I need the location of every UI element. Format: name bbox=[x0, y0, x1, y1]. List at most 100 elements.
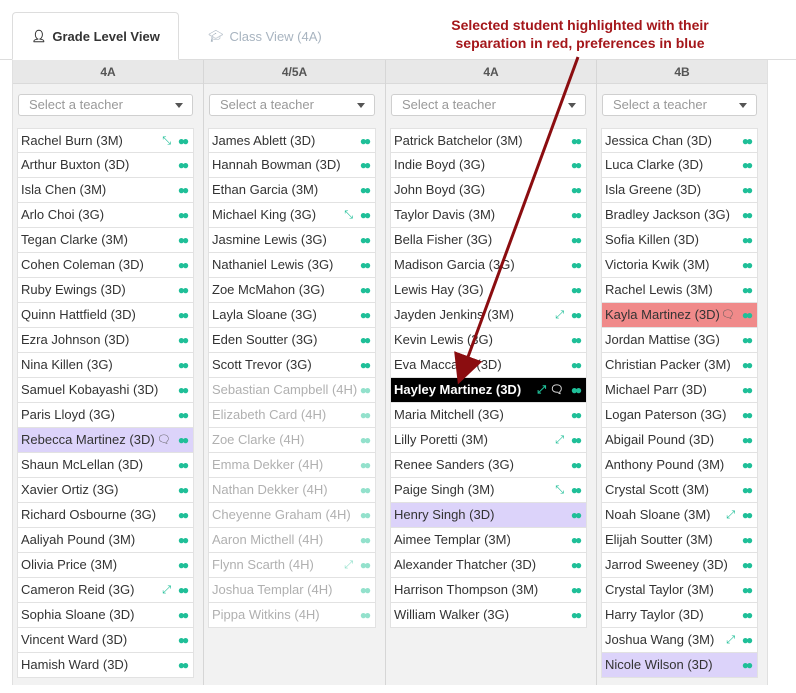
student-row[interactable]: Michael King (3G) ⤡ ●● bbox=[208, 203, 376, 228]
student-row[interactable]: Bella Fisher (3G) ●● bbox=[390, 228, 587, 253]
student-row[interactable]: Cheyenne Graham (4H) ●● bbox=[208, 503, 376, 528]
expand-icon[interactable]: ⤢ bbox=[555, 303, 564, 327]
student-row[interactable]: Indie Boyd (3G) ●● bbox=[390, 153, 587, 178]
teacher-select[interactable]: Select a teacher bbox=[18, 94, 193, 116]
student-row[interactable]: Kayla Martinez (3D) 🗨︎ ●● bbox=[601, 303, 758, 328]
student-row[interactable]: Ruby Ewings (3D) ●● bbox=[17, 278, 194, 303]
student-row[interactable]: Aaliyah Pound (3M) ●● bbox=[17, 528, 194, 553]
student-row[interactable]: Layla Sloane (3G) ●● bbox=[208, 303, 376, 328]
student-row[interactable]: Elijah Soutter (3M) ●● bbox=[601, 528, 758, 553]
student-row[interactable]: Victoria Kwik (3M) ●● bbox=[601, 253, 758, 278]
student-row[interactable]: Scott Trevor (3G) ●● bbox=[208, 353, 376, 378]
student-row[interactable]: Jordan Mattise (3G) ●● bbox=[601, 328, 758, 353]
student-row[interactable]: Kevin Lewis (3G) ●● bbox=[390, 328, 587, 353]
student-row[interactable]: Flynn Scarth (4H) ⤢ ●● bbox=[208, 553, 376, 578]
student-row[interactable]: Hannah Bowman (3D) ●● bbox=[208, 153, 376, 178]
student-row[interactable]: Hamish Ward (3D) ●● bbox=[17, 653, 194, 678]
student-row[interactable]: Luca Clarke (3D) ●● bbox=[601, 153, 758, 178]
student-row[interactable]: Eva Maccabe (3D) ●● bbox=[390, 353, 587, 378]
student-row[interactable]: Abigail Pound (3D) ●● bbox=[601, 428, 758, 453]
student-row[interactable]: Cameron Reid (3G) ⤢ ●● bbox=[17, 578, 194, 603]
student-row[interactable]: Jessica Chan (3D) ●● bbox=[601, 128, 758, 153]
student-row[interactable]: Crystal Scott (3M) ●● bbox=[601, 478, 758, 503]
student-row[interactable]: Nathaniel Lewis (3G) ●● bbox=[208, 253, 376, 278]
student-row[interactable]: Harrison Thompson (3M) ●● bbox=[390, 578, 587, 603]
student-row[interactable]: Alexander Thatcher (3D) ●● bbox=[390, 553, 587, 578]
student-row[interactable]: Bradley Jackson (3G) ●● bbox=[601, 203, 758, 228]
comment-icon[interactable]: 🗨︎ bbox=[721, 303, 735, 327]
student-row[interactable]: Paige Singh (3M) ⤡ ●● bbox=[390, 478, 587, 503]
student-row[interactable]: Isla Greene (3D) ●● bbox=[601, 178, 758, 203]
student-row[interactable]: Nina Killen (3G) ●● bbox=[17, 353, 194, 378]
student-row[interactable]: Rachel Lewis (3M) ●● bbox=[601, 278, 758, 303]
student-row[interactable]: Crystal Taylor (3M) ●● bbox=[601, 578, 758, 603]
teacher-select[interactable]: Select a teacher bbox=[602, 94, 757, 116]
expand-icon[interactable]: ⤢ bbox=[162, 578, 171, 602]
student-row[interactable]: Madison Garcia (3G) ●● bbox=[390, 253, 587, 278]
compress-icon[interactable]: ⤡ bbox=[162, 129, 171, 153]
student-row[interactable]: Taylor Davis (3M) ●● bbox=[390, 203, 587, 228]
student-row[interactable]: Paris Lloyd (3G) ●● bbox=[17, 403, 194, 428]
expand-icon[interactable]: ⤢ bbox=[726, 628, 735, 652]
student-row[interactable]: Ezra Johnson (3D) ●● bbox=[17, 328, 194, 353]
student-row[interactable]: Aimee Templar (3M) ●● bbox=[390, 528, 587, 553]
student-row[interactable]: Sofia Killen (3D) ●● bbox=[601, 228, 758, 253]
compress-icon[interactable]: ⤡ bbox=[555, 478, 564, 502]
student-row[interactable]: Eden Soutter (3G) ●● bbox=[208, 328, 376, 353]
compress-icon[interactable]: ⤡ bbox=[344, 203, 353, 227]
student-row[interactable]: Zoe Clarke (4H) ●● bbox=[208, 428, 376, 453]
comment-icon[interactable]: 🗨︎ bbox=[157, 428, 171, 452]
expand-icon[interactable]: ⤢ bbox=[344, 553, 353, 577]
student-row[interactable]: Olivia Price (3M) ●● bbox=[17, 553, 194, 578]
student-row[interactable]: Tegan Clarke (3M) ●● bbox=[17, 228, 194, 253]
student-row[interactable]: Ethan Garcia (3M) ●● bbox=[208, 178, 376, 203]
student-row[interactable]: Maria Mitchell (3G) ●● bbox=[390, 403, 587, 428]
tab-class-view[interactable]: 🎓︎ Class View (4A) bbox=[190, 12, 340, 60]
student-row[interactable]: Rebecca Martinez (3D) 🗨︎ ●● bbox=[17, 428, 194, 453]
student-row[interactable]: Lilly Poretti (3M) ⤢ ●● bbox=[390, 428, 587, 453]
student-row[interactable]: Zoe McMahon (3G) ●● bbox=[208, 278, 376, 303]
student-row[interactable]: Jasmine Lewis (3G) ●● bbox=[208, 228, 376, 253]
student-row[interactable]: Henry Singh (3D) ●● bbox=[390, 503, 587, 528]
student-row[interactable]: Xavier Ortiz (3G) ●● bbox=[17, 478, 194, 503]
student-row[interactable]: Rachel Burn (3M) ⤡ ●● bbox=[17, 128, 194, 153]
student-row[interactable]: William Walker (3G) ●● bbox=[390, 603, 587, 628]
student-row[interactable]: Joshua Wang (3M) ⤢ ●● bbox=[601, 628, 758, 653]
student-row[interactable]: Christian Packer (3M) ●● bbox=[601, 353, 758, 378]
student-row[interactable]: Michael Parr (3D) ●● bbox=[601, 378, 758, 403]
student-row[interactable]: Richard Osbourne (3G) ●● bbox=[17, 503, 194, 528]
student-row[interactable]: Aaron Micthell (4H) ●● bbox=[208, 528, 376, 553]
student-row[interactable]: Nicole Wilson (3D) ●● bbox=[601, 653, 758, 678]
student-row[interactable]: Sophia Sloane (3D) ●● bbox=[17, 603, 194, 628]
expand-icon[interactable]: ⤢ bbox=[555, 428, 564, 452]
comment-icon[interactable]: 🗨︎ bbox=[550, 378, 564, 402]
student-row[interactable]: Sebastian Campbell (4H) ●● bbox=[208, 378, 376, 403]
student-row[interactable]: Noah Sloane (3M) ⤢ ●● bbox=[601, 503, 758, 528]
student-row[interactable]: Anthony Pound (3M) ●● bbox=[601, 453, 758, 478]
student-row[interactable]: Logan Paterson (3G) ●● bbox=[601, 403, 758, 428]
student-row[interactable]: John Boyd (3G) ●● bbox=[390, 178, 587, 203]
expand-icon[interactable]: ⤢ bbox=[726, 503, 735, 527]
student-row[interactable]: Emma Dekker (4H) ●● bbox=[208, 453, 376, 478]
teacher-select[interactable]: Select a teacher bbox=[209, 94, 375, 116]
student-row[interactable]: Harry Taylor (3D) ●● bbox=[601, 603, 758, 628]
student-row[interactable]: Vincent Ward (3D) ●● bbox=[17, 628, 194, 653]
teacher-select[interactable]: Select a teacher bbox=[391, 94, 586, 116]
student-row[interactable]: Quinn Hattfield (3D) ●● bbox=[17, 303, 194, 328]
student-row[interactable]: Patrick Batchelor (3M) ●● bbox=[390, 128, 587, 153]
student-row[interactable]: Renee Sanders (3G) ●● bbox=[390, 453, 587, 478]
student-row[interactable]: Pippa Witkins (4H) ●● bbox=[208, 603, 376, 628]
expand-icon[interactable]: ⤢ bbox=[537, 378, 546, 402]
student-row[interactable]: Lewis Hay (3G) ●● bbox=[390, 278, 587, 303]
tab-grade-level-view[interactable]: 👤︎ Grade Level View bbox=[12, 12, 179, 60]
student-row[interactable]: Cohen Coleman (3D) ●● bbox=[17, 253, 194, 278]
student-row[interactable]: Samuel Kobayashi (3D) ●● bbox=[17, 378, 194, 403]
student-row[interactable]: Elizabeth Card (4H) ●● bbox=[208, 403, 376, 428]
student-row[interactable]: Nathan Dekker (4H) ●● bbox=[208, 478, 376, 503]
student-row[interactable]: Hayley Martinez (3D) ⤢ 🗨︎ ●● bbox=[390, 378, 587, 403]
student-row[interactable]: Arthur Buxton (3D) ●● bbox=[17, 153, 194, 178]
student-row[interactable]: Arlo Choi (3G) ●● bbox=[17, 203, 194, 228]
student-row[interactable]: Isla Chen (3M) ●● bbox=[17, 178, 194, 203]
student-row[interactable]: Joshua Templar (4H) ●● bbox=[208, 578, 376, 603]
student-row[interactable]: Shaun McLellan (3D) ●● bbox=[17, 453, 194, 478]
